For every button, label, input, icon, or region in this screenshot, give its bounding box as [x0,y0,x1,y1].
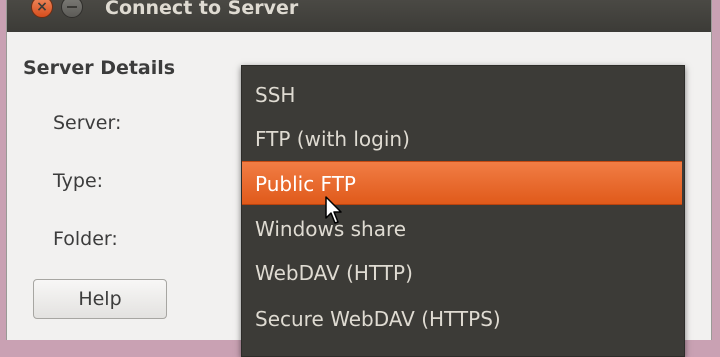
close-icon[interactable]: × [31,0,53,18]
minimize-icon[interactable] [61,0,83,18]
server-label: Server: [53,112,122,134]
menu-item-public-ftp[interactable]: Public FTP [242,161,682,205]
menu-item-ssh[interactable]: SSH [242,73,682,117]
menu-item-ftp-with-login[interactable]: FTP (with login) [242,117,682,161]
menu-item-windows-share[interactable]: Windows share [242,207,682,251]
mouse-pointer-icon [325,196,342,224]
menu-item-webdav-http[interactable]: WebDAV (HTTP) [242,251,682,295]
help-button[interactable]: Help [33,279,167,319]
window-title: Connect to Server [105,0,299,19]
folder-label: Folder: [53,228,118,250]
title-bar: × Connect to Server [7,0,711,32]
server-type-dropdown-menu: SSH FTP (with login) Public FTP Windows … [241,65,685,357]
section-heading: Server Details [23,57,176,79]
type-label: Type: [53,170,104,192]
menu-item-secure-webdav-https[interactable]: Secure WebDAV (HTTPS) [242,297,682,341]
